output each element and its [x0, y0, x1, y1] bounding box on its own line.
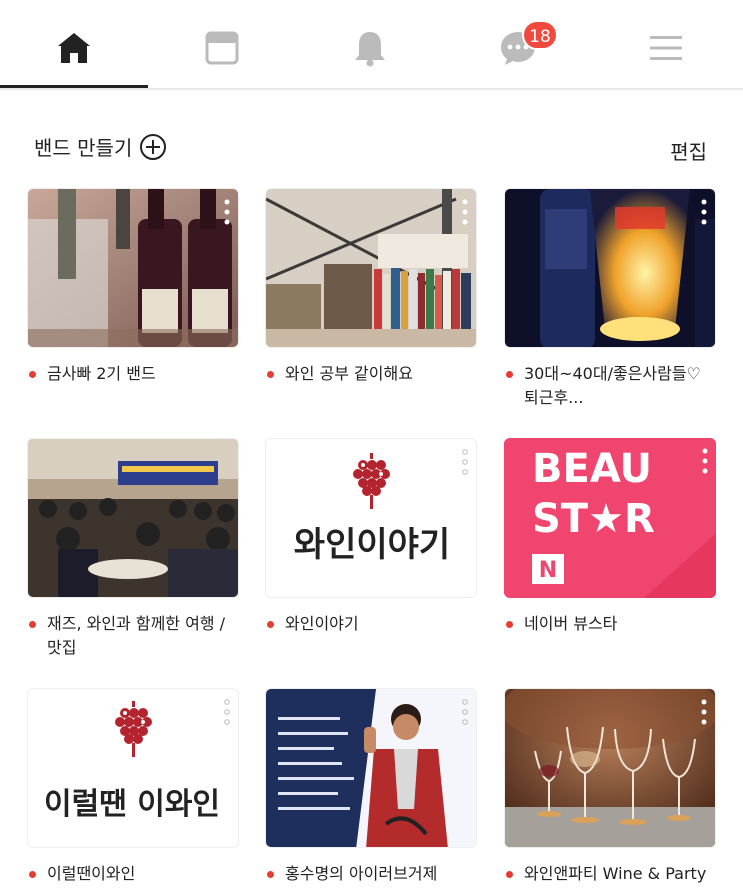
make-band-button[interactable]: 밴드 만들기: [34, 132, 167, 161]
bell-icon: [355, 32, 385, 67]
feed-icon: [205, 31, 239, 65]
band-name: 홍수명의 아이러브거제: [265, 862, 477, 886]
band-name: 재즈, 와인과 함께한 여행 / 맛집: [27, 612, 239, 660]
tab-home[interactable]: [0, 8, 148, 88]
grape-logo-icon: [353, 453, 390, 509]
band-card[interactable]: 와인이야기 와인이야기: [265, 438, 477, 636]
band-card[interactable]: 금사빠 2기 밴드: [27, 188, 239, 386]
band-name: 이럴땐이와인: [27, 862, 239, 886]
band-thumbnail: 이럴땐 이와인: [27, 688, 239, 848]
band-thumbnail: [504, 188, 716, 348]
more-options-icon[interactable]: [701, 199, 707, 225]
chat-badge: 18: [522, 20, 558, 50]
more-options-icon[interactable]: [462, 199, 468, 225]
more-options-icon[interactable]: [701, 699, 707, 725]
band-name: 30대~40대/좋은사람들♡퇴근후...: [504, 362, 716, 410]
edit-button[interactable]: 편집: [670, 136, 707, 165]
more-options-icon[interactable]: [462, 699, 468, 725]
band-card[interactable]: 이럴땐 이와인 이럴땐이와인: [27, 688, 239, 886]
band-thumbnail: BEAU ST★R N: [504, 438, 716, 598]
band-card[interactable]: 와인 공부 같이해요: [265, 188, 477, 386]
band-card[interactable]: 30대~40대/좋은사람들♡퇴근후...: [504, 188, 716, 410]
wine-story-logo-text: 와인이야기: [294, 525, 450, 565]
band-card[interactable]: 와인앤파티 Wine & Party: [504, 688, 716, 886]
tab-chat[interactable]: [444, 8, 592, 88]
band-thumbnail: [27, 188, 239, 348]
nav-divider: [0, 88, 743, 90]
plus-circle-icon: [140, 133, 167, 160]
grape-logo-icon: [115, 701, 152, 757]
more-options-icon[interactable]: [462, 449, 468, 475]
more-options-icon[interactable]: [224, 199, 230, 225]
band-name: 와인앤파티 Wine & Party: [504, 862, 716, 886]
tab-menu[interactable]: [592, 8, 740, 88]
band-name: 와인 공부 같이해요: [265, 362, 477, 386]
more-options-icon[interactable]: [702, 448, 708, 474]
naver-n-badge: N: [539, 558, 557, 583]
band-name: 금사빠 2기 밴드: [27, 362, 239, 386]
band-name: 네이버 뷰스타: [504, 612, 716, 636]
band-thumbnail: [265, 688, 477, 848]
make-band-label: 밴드 만들기: [34, 136, 133, 160]
band-card[interactable]: 홍수명의 아이러브거제: [265, 688, 477, 886]
tab-notifications[interactable]: [296, 8, 444, 88]
home-icon: [58, 33, 90, 63]
band-card[interactable]: BEAU ST★R N 네이버 뷰스타: [504, 438, 716, 636]
band-thumbnail: [27, 438, 239, 598]
this-wine-logo-text: 이럴땐 이와인: [44, 787, 220, 822]
band-thumbnail: [265, 188, 477, 348]
band-name: 와인이야기: [265, 612, 477, 636]
more-options-icon[interactable]: [224, 699, 230, 725]
top-navigation: 18: [0, 0, 743, 90]
band-thumbnail: 와인이야기: [265, 438, 477, 598]
beaustar-logo-line2: ST★R: [532, 496, 655, 542]
band-thumbnail: [504, 688, 716, 848]
menu-icon: [650, 36, 682, 60]
tab-feed[interactable]: [148, 8, 296, 88]
band-card[interactable]: 재즈, 와인과 함께한 여행 / 맛집: [27, 438, 239, 660]
beaustar-logo-line1: BEAU: [532, 446, 652, 492]
